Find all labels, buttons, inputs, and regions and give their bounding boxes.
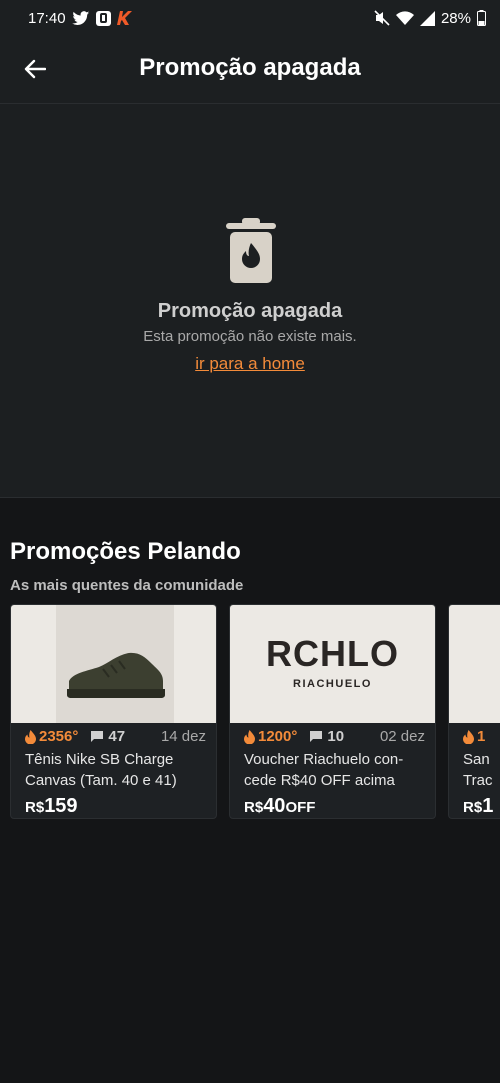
brand-subtitle: RIACHUELO [293,678,372,690]
deal-temperature: 2356° [25,728,78,745]
comment-icon [91,731,104,742]
fire-icon [244,729,255,744]
price-currency: R$ [25,799,45,816]
deal-image [11,605,216,723]
fire-icon [25,729,36,744]
deal-title: San Trac [463,751,493,789]
deal-price: R$159 [25,795,78,818]
deal-title: Tênis Nike SB Charge Canvas (Tam. 40 e 4… [25,751,177,789]
deal-card[interactable]: 2356° 47 14 dez Tênis Nike SB Charge Can… [10,604,217,819]
deal-temperature: 1200° [244,728,297,745]
deal-comments: 47 [90,728,125,745]
price-value: 159 [44,795,78,817]
deal-date: 14 dez [160,728,206,745]
price-currency: R$ [463,799,483,816]
go-home-link[interactable]: ir para a home [195,354,305,373]
wifi-icon [395,10,414,25]
temperature-value: 1 [477,728,486,745]
price-value: 1 [482,795,494,817]
price-suffix: OFF [285,799,316,816]
status-time: 17:40 [28,9,66,27]
deal-card[interactable]: RCHLO RIACHUELO 1200° 10 02 dez Voucher … [229,604,436,819]
empty-state-title: Promoção apagada [157,300,343,322]
deleted-promo-panel: Promoção apagada Esta promoção não exist… [0,104,500,498]
deal-price: R$40OFF [244,795,315,818]
twitter-icon [71,10,89,25]
k-app-icon [116,11,132,25]
section-title: Promoções Pelando [10,538,241,565]
price-value: 40 [263,795,286,817]
deal-price: R$1 [463,795,493,818]
battery-percent: 28% [440,9,471,27]
mute-icon [374,10,390,26]
page-title: Promoção apagada [139,54,361,81]
status-bar: 17:40 28% [0,0,500,36]
app-bar: Promoção apagada [0,36,500,104]
deal-meta: 1200° 10 02 dez [244,728,425,745]
home-link-wrapper: ir para a home [0,354,500,374]
signal-icon [419,10,435,26]
deal-temperature: 1 [463,728,485,745]
price-currency: R$ [244,799,264,816]
brand-logo: RCHLO [266,633,399,674]
deal-meta: 1 [463,728,490,745]
deal-meta: 2356° 47 14 dez [25,728,206,745]
comments-count: 10 [327,728,345,745]
battery-icon [477,10,486,26]
sneaker-image [67,652,165,698]
app-notification-icon [95,10,111,26]
trash-icon [226,218,276,283]
fire-icon [463,729,474,744]
comments-count: 47 [108,728,126,745]
temperature-value: 2356° [39,728,79,745]
deal-image [449,605,500,723]
comment-icon [310,731,323,742]
deal-date: 02 dez [379,728,425,745]
deal-comments: 10 [309,728,344,745]
deal-card[interactable]: 1 San Trac R$1 [448,604,500,819]
deal-image: RCHLO RIACHUELO [230,605,435,723]
empty-state-subtitle: Esta promoção não existe mais. [143,328,357,345]
deal-title: Voucher Riachuelo con- cede R$40 OFF aci… [244,751,404,789]
temperature-value: 1200° [258,728,298,745]
section-subtitle: As mais quentes da comunidade [10,577,244,594]
